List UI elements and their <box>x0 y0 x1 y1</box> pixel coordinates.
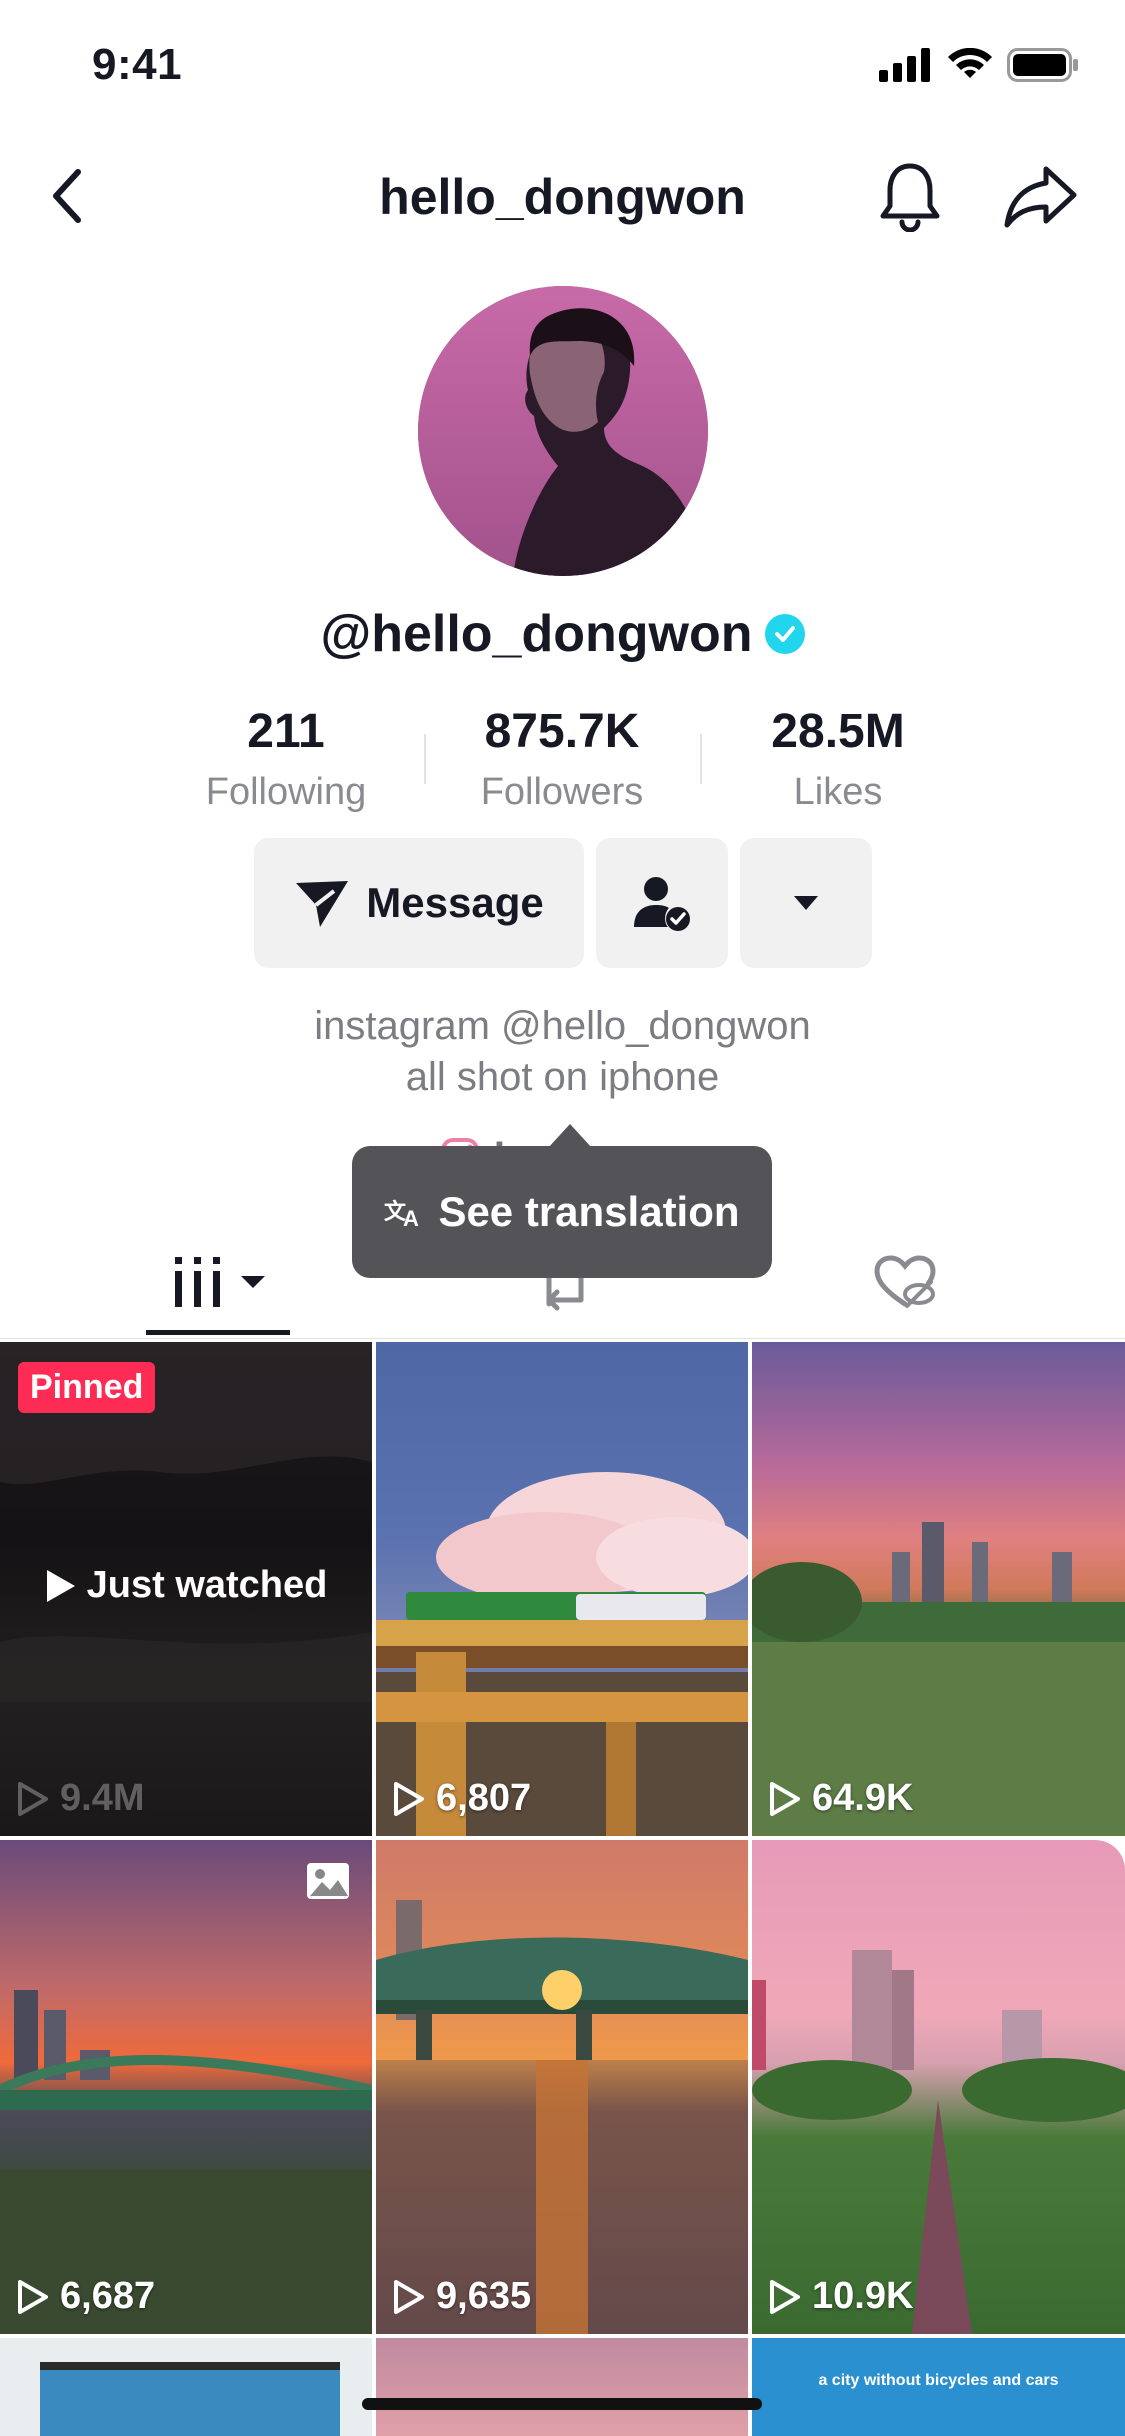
video-thumbnail <box>376 1900 748 2334</box>
view-count-text: 9.4M <box>60 1777 145 1819</box>
avatar[interactable] <box>418 286 708 576</box>
stat-label: Following <box>205 771 367 813</box>
stat-followers[interactable]: 875.7K Followers <box>432 704 692 814</box>
see-translation-button[interactable]: 文 A See translation <box>352 1146 772 1278</box>
video-tile[interactable]: 10.9K <box>752 1840 1125 2334</box>
bio-line: all shot on iphone <box>405 1055 720 1099</box>
user-check-icon <box>634 877 690 931</box>
more-options-dropdown[interactable] <box>740 838 872 968</box>
view-count: 10.9K <box>768 2275 913 2318</box>
view-count: 64.9K <box>768 1777 913 1820</box>
video-thumbnail <box>0 1990 372 2334</box>
profile-handle-row: @hello_dongwon <box>0 604 1125 664</box>
video-thumbnail <box>752 1950 1125 2334</box>
stat-label: Followers <box>480 771 644 813</box>
view-count-text: 9,635 <box>436 2275 532 2317</box>
pinned-badge: Pinned <box>18 1362 156 1413</box>
video-thumbnail <box>40 2362 340 2436</box>
play-outline-icon <box>18 1781 48 1816</box>
message-button[interactable]: Message <box>254 838 584 968</box>
photo-post-icon <box>307 1863 349 1899</box>
stat-divider <box>424 734 426 784</box>
video-thumbnail <box>752 1522 1125 1836</box>
status-icons <box>879 48 1079 82</box>
liked-hidden-icon <box>874 1255 936 1308</box>
play-outline-icon <box>770 1781 800 1816</box>
bio-line: instagram @hello_dongwon <box>314 1004 811 1048</box>
play-filled-icon <box>46 1569 75 1602</box>
svg-text:A: A <box>403 1206 419 1229</box>
status-time: 9:41 <box>92 40 183 89</box>
stat-divider <box>700 734 702 784</box>
stat-following[interactable]: 211 Following <box>156 704 416 814</box>
view-count: 9,635 <box>392 2275 531 2318</box>
video-thumbnail <box>376 1472 748 1836</box>
share-button[interactable] <box>996 156 1086 236</box>
play-outline-icon <box>394 2279 424 2314</box>
view-count: 6,807 <box>392 1777 531 1820</box>
notifications-button[interactable] <box>870 156 950 236</box>
tab-videos[interactable] <box>150 1244 290 1320</box>
translate-icon: 文 A <box>384 1199 419 1229</box>
video-tile[interactable]: a city without bicycles and cars <box>752 2338 1125 2436</box>
just-watched-indicator: Just watched <box>0 1564 372 1607</box>
video-tile[interactable] <box>376 2338 748 2436</box>
video-tile-pinned[interactable]: Pinned Just watched 9.4M <box>0 1342 372 1836</box>
video-tile[interactable]: 9,635 <box>376 1840 748 2334</box>
wifi-icon <box>948 48 992 78</box>
view-count-text: 64.9K <box>812 1777 914 1819</box>
view-count: 6,687 <box>16 2275 155 2318</box>
stat-value: 875.7K <box>484 705 640 758</box>
tooltip-arrow <box>548 1124 592 1148</box>
home-indicator <box>362 2398 762 2410</box>
stat-likes[interactable]: 28.5M Likes <box>708 704 968 814</box>
share-arrow-icon <box>1004 166 1077 228</box>
tab-divider <box>0 1338 1125 1339</box>
stat-value: 28.5M <box>771 705 905 758</box>
message-button-label: Message <box>366 879 544 926</box>
view-count-text: 6,687 <box>60 2275 156 2317</box>
bell-icon <box>880 163 940 232</box>
caret-down-icon <box>241 1276 265 1288</box>
view-count-text: 6,807 <box>436 1777 532 1819</box>
just-watched-label: Just watched <box>86 1564 328 1606</box>
send-icon <box>296 881 349 927</box>
caret-down-icon <box>794 896 818 910</box>
play-outline-icon <box>394 1781 424 1816</box>
video-tile[interactable]: 6,687 <box>0 1840 372 2334</box>
following-status-button[interactable] <box>596 838 728 968</box>
battery-icon <box>1007 48 1078 82</box>
active-tab-indicator <box>146 1330 290 1335</box>
video-tile[interactable]: 64.9K <box>752 1342 1125 1836</box>
stat-value: 211 <box>247 705 325 758</box>
play-outline-icon <box>770 2279 800 2314</box>
profile-handle: @hello_dongwon <box>320 605 753 663</box>
verified-badge-icon <box>764 614 805 654</box>
view-count-text: 10.9K <box>812 2275 914 2317</box>
see-translation-label: See translation <box>438 1188 740 1235</box>
page-title: hello_dongwon <box>379 169 746 225</box>
tab-liked[interactable] <box>860 1244 950 1320</box>
avatar-photo <box>418 286 708 576</box>
thumbnail-caption: a city without bicycles and cars <box>818 2372 1059 2389</box>
video-tile[interactable] <box>0 2338 372 2436</box>
stat-label: Likes <box>793 771 883 813</box>
grid-icon <box>175 1257 220 1307</box>
cellular-signal-icon <box>879 48 930 82</box>
play-outline-icon <box>18 2279 48 2314</box>
video-tile[interactable]: 6,807 <box>376 1342 748 1836</box>
view-count: 9.4M <box>16 1777 144 1820</box>
